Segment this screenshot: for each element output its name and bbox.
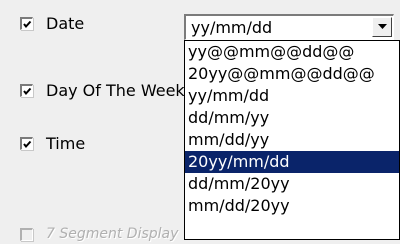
day-of-week-checkbox[interactable] [20,83,33,97]
dropdown-item[interactable]: 20yy@@mm@@dd@@ [185,63,399,85]
dropdown-item[interactable]: mm/dd/yy [185,129,399,151]
checkmark-icon [23,87,32,95]
dropdown-item[interactable]: yy/mm/dd [185,85,399,107]
day-of-week-checkbox-row[interactable]: Day Of The Week [20,80,185,100]
date-format-value: yy/mm/dd [191,18,273,37]
dropdown-item[interactable]: dd/mm/20yy [185,173,399,195]
dropdown-item-selected[interactable]: 20yy/mm/dd [185,151,399,173]
date-format-combobox[interactable]: yy/mm/dd [184,14,394,40]
dropdown-button[interactable] [372,17,392,37]
time-label: Time [46,133,86,153]
checkmark-icon [23,140,32,148]
seven-segment-label: 7 Segment Display [46,226,179,242]
seven-segment-checkbox [20,227,33,241]
time-checkbox-row[interactable]: Time [20,133,85,153]
day-of-week-label: Day Of The Week [46,80,185,100]
dropdown-item[interactable]: mm/dd/20yy [185,195,399,217]
checkmark-icon [23,20,32,28]
dropdown-item[interactable]: dd/mm/yy [185,107,399,129]
date-label: Date [46,13,85,33]
date-format-dropdown-list[interactable]: yy@@mm@@dd@@ 20yy@@mm@@dd@@ yy/mm/dd dd/… [184,40,400,240]
date-checkbox[interactable] [20,16,33,30]
time-checkbox[interactable] [20,136,33,150]
dropdown-item[interactable]: yy@@mm@@dd@@ [185,41,399,63]
chevron-down-icon [377,24,387,29]
seven-segment-checkbox-row: 7 Segment Display [20,224,178,244]
date-checkbox-row[interactable]: Date [20,13,84,33]
